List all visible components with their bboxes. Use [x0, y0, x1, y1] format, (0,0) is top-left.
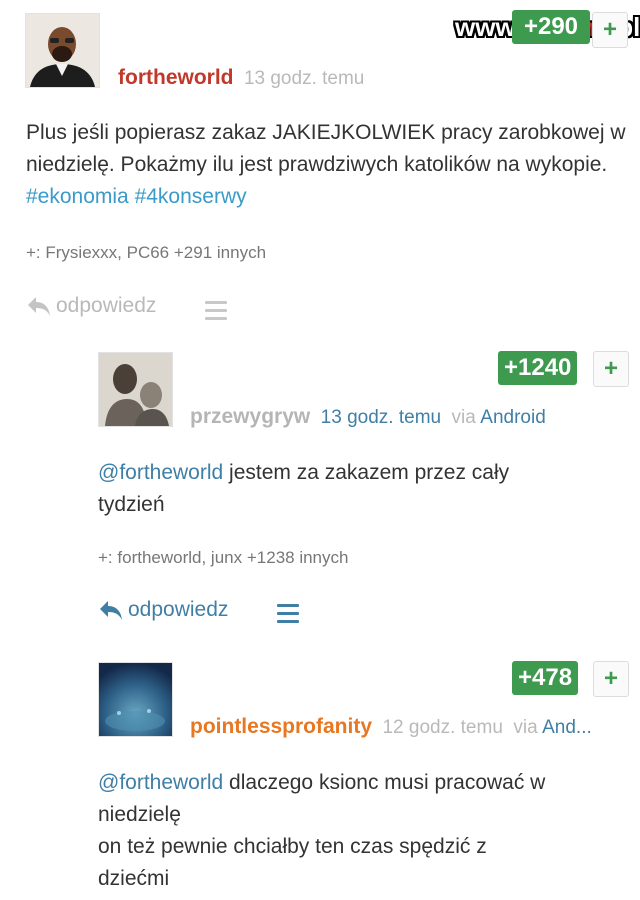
comment1-via: via — [451, 407, 476, 428]
plus-more-link[interactable]: +291 innych — [174, 243, 266, 262]
post-plus-list: +: Frysiexxx, PC66 +291 innych — [26, 243, 266, 263]
comment1-avatar-image — [99, 353, 172, 426]
plus-more-link[interactable]: +1238 innych — [247, 548, 349, 567]
plus-users[interactable]: fortheworld, junx — [117, 548, 242, 567]
comment2-via: via — [513, 717, 538, 738]
plus-prefix: +: — [26, 243, 41, 262]
tag-4konserwy-link[interactable]: #4konserwy — [135, 185, 247, 208]
reply-arrow-icon — [28, 297, 50, 316]
op-avatar[interactable] — [25, 13, 100, 88]
comment2-text-line2: niedzielę — [98, 803, 181, 826]
comment2-avatar[interactable] — [98, 662, 173, 737]
plus-prefix: +: — [98, 548, 113, 567]
comment1-text-line1: jestem za zakazem przez cały — [229, 461, 510, 484]
comment2-text-line4: dziećmi — [98, 867, 170, 890]
comment1-text-line2: tydzień — [98, 493, 165, 516]
comment1-avatar[interactable] — [98, 352, 173, 427]
comment2-time[interactable]: 12 godz. temu — [382, 717, 502, 738]
comment1-score-badge: +1240 — [498, 351, 578, 385]
comment1-mention-link[interactable]: @fortheworld — [98, 461, 223, 484]
comment2-via-app[interactable]: And... — [542, 717, 592, 738]
plus-icon: + — [602, 16, 617, 43]
post-score-badge: +290 — [512, 10, 590, 44]
comment1-body: @fortheworld jestem za zakazem przez cał… — [98, 457, 618, 521]
comment2-text-line3: on też pewnie chciałby ten czas spędzić … — [98, 835, 487, 858]
comment1-plus-button[interactable]: + — [593, 351, 629, 387]
post-menu-icon[interactable] — [205, 301, 227, 325]
post-time[interactable]: 13 godz. temu — [244, 68, 364, 89]
comment2-body: @fortheworld dlaczego ksionc musi pracow… — [98, 767, 628, 895]
comment2-mention-link[interactable]: @fortheworld — [98, 771, 223, 794]
comment2-avatar-image — [99, 663, 172, 736]
post-plus-button[interactable]: + — [592, 12, 628, 48]
comment1-header: przewygryw 13 godz. temu via Android — [190, 405, 546, 429]
tag-ekonomia-link[interactable]: #ekonomia — [26, 185, 129, 208]
op-avatar-image — [26, 14, 99, 87]
comment2-plus-button[interactable]: + — [593, 661, 629, 697]
comment1-author-link[interactable]: przewygryw — [190, 405, 310, 428]
plus-users[interactable]: Frysiexxx, PC66 — [45, 243, 169, 262]
comment2-text-line1: dlaczego ksionc musi pracować w — [229, 771, 546, 794]
post-author-link[interactable]: fortheworld — [118, 66, 234, 89]
post-body: Plus jeśli popierasz zakaz JAKIEJKOLWIEK… — [26, 117, 626, 213]
reply-arrow-icon — [100, 601, 122, 620]
comment2-author-link[interactable]: pointlessprofanity — [190, 715, 372, 738]
comment1-via-app[interactable]: Android — [480, 407, 546, 428]
plus-icon: + — [603, 355, 618, 382]
plus-icon: + — [603, 665, 618, 692]
post-reply-button[interactable]: odpowiedz — [26, 294, 156, 318]
post-header: fortheworld 13 godz. temu — [118, 66, 364, 90]
comment1-menu-icon[interactable] — [277, 604, 299, 628]
comment2-header: pointlessprofanity 12 godz. temu via And… — [190, 715, 592, 739]
comment1-reply-button[interactable]: odpowiedz — [98, 598, 228, 622]
comment1-reply-label: odpowiedz — [128, 598, 229, 621]
comment1-plus-list: +: fortheworld, junx +1238 innych — [98, 548, 348, 568]
post-text: Plus jeśli popierasz zakaz JAKIEJKOLWIEK… — [26, 121, 626, 176]
comment2-score-badge: +478 — [512, 661, 579, 695]
comment1-time[interactable]: 13 godz. temu — [321, 407, 441, 428]
post-reply-label: odpowiedz — [56, 294, 157, 317]
